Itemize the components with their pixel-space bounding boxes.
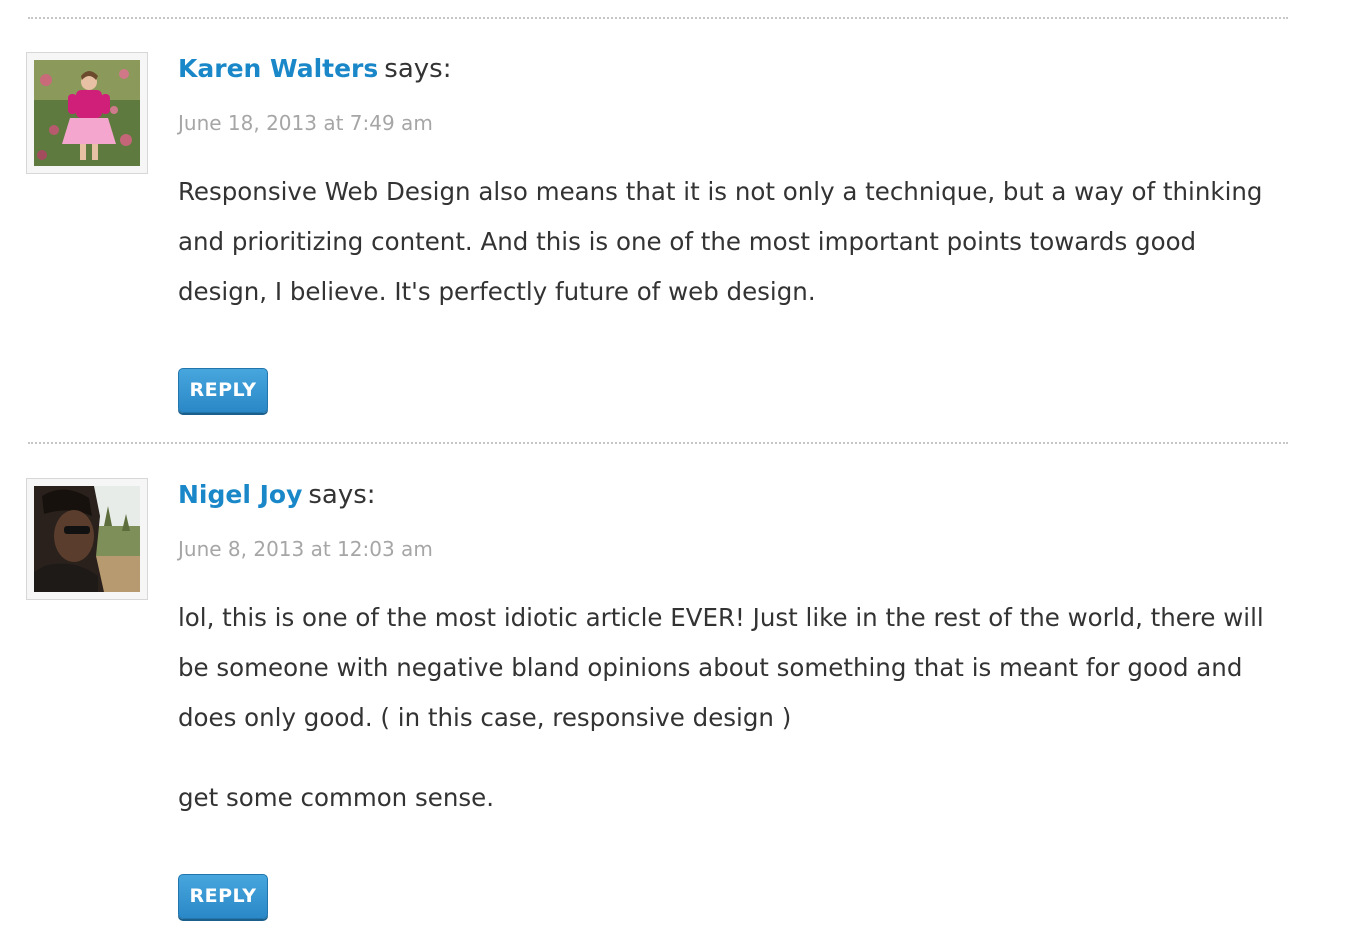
comment-text-line: design, I believe. It's perfectly future… [178,277,816,306]
comment-header: Nigel Joy says: [178,478,376,512]
reply-button[interactable]: REPLY [178,368,268,413]
comment-date[interactable]: June 8, 2013 at 12:03 am [178,536,433,562]
comment-header: Karen Walters says: [178,52,451,86]
comment-author-link[interactable]: Nigel Joy [178,480,302,509]
comment-text-line: does only good. ( in this case, responsi… [178,703,792,732]
comment-text-line: get some common sense. [178,783,494,812]
avatar-frame [26,52,148,174]
comment-body: lol, this is one of the most idiotic art… [178,593,1308,823]
comment-body: Responsive Web Design also means that it… [178,167,1308,317]
avatar-frame [26,478,148,600]
comment-divider [28,442,1288,444]
comment-text-line: and prioritizing content. And this is on… [178,227,1197,256]
says-label: says: [308,480,376,510]
comment-divider [28,17,1288,19]
comment-date[interactable]: June 18, 2013 at 7:49 am [178,110,433,136]
comment-text-line: lol, this is one of the most idiotic art… [178,603,1264,632]
says-label: says: [384,54,452,84]
comment-text-line: Responsive Web Design also means that it… [178,177,1263,206]
reply-button[interactable]: REPLY [178,874,268,919]
avatar [34,60,140,166]
comment-text-line: be someone with negative bland opinions … [178,653,1243,682]
avatar [34,486,140,592]
comment-author-link[interactable]: Karen Walters [178,54,378,83]
